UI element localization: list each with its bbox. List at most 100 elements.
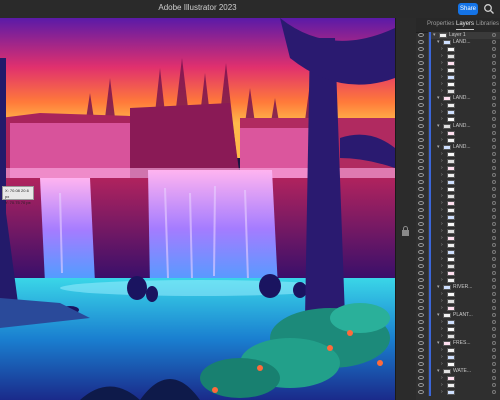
- visibility-eye-icon[interactable]: [418, 187, 424, 191]
- layer-item-row[interactable]: ›: [416, 179, 500, 186]
- expand-chevron-icon[interactable]: ▾: [437, 123, 440, 130]
- layer-item-row[interactable]: ›: [416, 186, 500, 193]
- tab-layers[interactable]: Layers: [456, 21, 475, 30]
- target-circle-icon[interactable]: [492, 61, 496, 65]
- expand-chevron-icon[interactable]: ▾: [437, 39, 440, 46]
- expand-chevron-icon[interactable]: ›: [441, 375, 443, 382]
- expand-chevron-icon[interactable]: ›: [441, 81, 443, 88]
- layer-name[interactable]: RIVER...: [453, 284, 472, 291]
- visibility-eye-icon[interactable]: [418, 257, 424, 261]
- layer-item-row[interactable]: ›: [416, 137, 500, 144]
- expand-chevron-icon[interactable]: ▾: [437, 144, 440, 151]
- target-circle-icon[interactable]: [492, 180, 496, 184]
- visibility-eye-icon[interactable]: [418, 82, 424, 86]
- visibility-eye-icon[interactable]: [418, 54, 424, 58]
- visibility-eye-icon[interactable]: [418, 138, 424, 142]
- sublayer-row[interactable]: ▾ FRES...: [416, 340, 500, 347]
- target-circle-icon[interactable]: [492, 215, 496, 219]
- expand-chevron-icon[interactable]: ›: [441, 88, 443, 95]
- expand-chevron-icon[interactable]: ›: [441, 263, 443, 270]
- target-circle-icon[interactable]: [492, 271, 496, 275]
- target-circle-icon[interactable]: [492, 33, 496, 37]
- visibility-eye-icon[interactable]: [418, 229, 424, 233]
- visibility-eye-icon[interactable]: [418, 103, 424, 107]
- layer-item-row[interactable]: ›: [416, 228, 500, 235]
- layer-name[interactable]: Layer 1: [449, 32, 466, 39]
- target-circle-icon[interactable]: [492, 103, 496, 107]
- target-circle-icon[interactable]: [492, 201, 496, 205]
- expand-chevron-icon[interactable]: ▾: [437, 95, 440, 102]
- layer-item-row[interactable]: ›: [416, 389, 500, 396]
- target-circle-icon[interactable]: [492, 124, 496, 128]
- target-circle-icon[interactable]: [492, 390, 496, 394]
- target-circle-icon[interactable]: [492, 376, 496, 380]
- expand-chevron-icon[interactable]: ›: [441, 228, 443, 235]
- layer-item-row[interactable]: ›: [416, 67, 500, 74]
- layer-item-row[interactable]: ›: [416, 60, 500, 67]
- target-circle-icon[interactable]: [492, 110, 496, 114]
- visibility-eye-icon[interactable]: [418, 243, 424, 247]
- expand-chevron-icon[interactable]: ›: [441, 102, 443, 109]
- target-circle-icon[interactable]: [492, 250, 496, 254]
- target-circle-icon[interactable]: [492, 96, 496, 100]
- target-circle-icon[interactable]: [492, 320, 496, 324]
- visibility-eye-icon[interactable]: [418, 166, 424, 170]
- target-circle-icon[interactable]: [492, 327, 496, 331]
- layer-item-row[interactable]: ›: [416, 130, 500, 137]
- visibility-eye-icon[interactable]: [418, 355, 424, 359]
- target-circle-icon[interactable]: [492, 341, 496, 345]
- expand-chevron-icon[interactable]: ›: [441, 207, 443, 214]
- visibility-eye-icon[interactable]: [418, 68, 424, 72]
- layer-item-row[interactable]: ›: [416, 270, 500, 277]
- expand-chevron-icon[interactable]: ›: [441, 256, 443, 263]
- visibility-eye-icon[interactable]: [418, 362, 424, 366]
- layer-name[interactable]: LAND...: [453, 144, 471, 151]
- layer-item-row[interactable]: ›: [416, 172, 500, 179]
- target-circle-icon[interactable]: [492, 299, 496, 303]
- expand-chevron-icon[interactable]: ›: [441, 67, 443, 74]
- visibility-eye-icon[interactable]: [418, 236, 424, 240]
- visibility-eye-icon[interactable]: [418, 110, 424, 114]
- visibility-eye-icon[interactable]: [418, 47, 424, 51]
- expand-chevron-icon[interactable]: ›: [441, 74, 443, 81]
- target-circle-icon[interactable]: [492, 68, 496, 72]
- visibility-eye-icon[interactable]: [418, 145, 424, 149]
- visibility-eye-icon[interactable]: [418, 292, 424, 296]
- visibility-eye-icon[interactable]: [418, 299, 424, 303]
- visibility-eye-icon[interactable]: [418, 89, 424, 93]
- layer-item-row[interactable]: ›: [416, 109, 500, 116]
- target-circle-icon[interactable]: [492, 257, 496, 261]
- expand-chevron-icon[interactable]: ›: [441, 347, 443, 354]
- layer-name[interactable]: PLANT...: [453, 312, 473, 319]
- visibility-eye-icon[interactable]: [418, 306, 424, 310]
- target-circle-icon[interactable]: [492, 208, 496, 212]
- target-circle-icon[interactable]: [492, 278, 496, 282]
- target-circle-icon[interactable]: [492, 82, 496, 86]
- target-circle-icon[interactable]: [492, 117, 496, 121]
- layer-item-row[interactable]: ›: [416, 46, 500, 53]
- expand-chevron-icon[interactable]: ›: [441, 137, 443, 144]
- expand-chevron-icon[interactable]: ›: [441, 221, 443, 228]
- visibility-eye-icon[interactable]: [418, 152, 424, 156]
- target-circle-icon[interactable]: [492, 40, 496, 44]
- visibility-eye-icon[interactable]: [418, 96, 424, 100]
- expand-chevron-icon[interactable]: ›: [441, 179, 443, 186]
- share-button[interactable]: Share: [458, 3, 478, 15]
- layer-item-row[interactable]: ›: [416, 382, 500, 389]
- target-circle-icon[interactable]: [492, 292, 496, 296]
- target-circle-icon[interactable]: [492, 187, 496, 191]
- target-circle-icon[interactable]: [492, 138, 496, 142]
- visibility-eye-icon[interactable]: [418, 201, 424, 205]
- visibility-eye-icon[interactable]: [418, 285, 424, 289]
- visibility-eye-icon[interactable]: [418, 208, 424, 212]
- target-circle-icon[interactable]: [492, 313, 496, 317]
- sublayer-row[interactable]: ▾ RIVER...: [416, 284, 500, 291]
- layer-item-row[interactable]: ›: [416, 74, 500, 81]
- expand-chevron-icon[interactable]: ▾: [437, 284, 440, 291]
- expand-chevron-icon[interactable]: ›: [441, 158, 443, 165]
- expand-chevron-icon[interactable]: ›: [441, 305, 443, 312]
- layer-name[interactable]: WATE...: [453, 368, 471, 375]
- expand-chevron-icon[interactable]: ›: [441, 172, 443, 179]
- visibility-eye-icon[interactable]: [418, 376, 424, 380]
- layer-item-row[interactable]: ›: [416, 319, 500, 326]
